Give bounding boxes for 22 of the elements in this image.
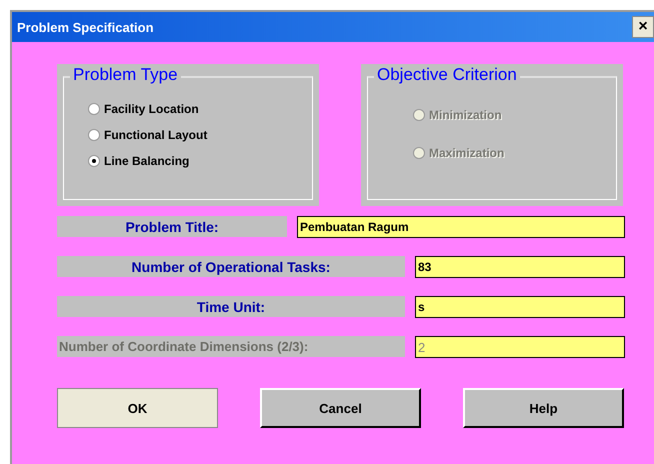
radio-button[interactable]: [88, 129, 100, 141]
window-title: Problem Specification: [17, 20, 154, 34]
close-button[interactable]: ×: [632, 16, 654, 38]
radio-button[interactable]: [88, 103, 100, 115]
group-title: Problem Type: [70, 65, 181, 85]
field-label: Number of Coordinate Dimensions (2/3):: [57, 336, 405, 357]
dialog-button[interactable]: Cancel: [260, 388, 421, 428]
input-field[interactable]: Pembuatan Ragum: [297, 216, 625, 238]
dialog-button[interactable]: Help: [463, 388, 624, 428]
group-title: Objective Criterion: [374, 65, 520, 85]
radio-button[interactable]: [88, 155, 100, 167]
dialog-button[interactable]: OK: [57, 388, 218, 428]
field-label: Time Unit:: [57, 296, 405, 317]
radio-option[interactable]: Functional Layout: [88, 128, 312, 142]
input-field[interactable]: 83: [415, 256, 625, 278]
input-field[interactable]: s: [415, 296, 625, 318]
field-label: Number of Operational Tasks:: [57, 256, 405, 277]
field-label: Problem Title:: [57, 216, 287, 237]
radio-option[interactable]: Line Balancing: [88, 154, 312, 168]
radio-option: Minimization: [413, 108, 616, 122]
radio-option[interactable]: Facility Location: [88, 102, 312, 116]
radio-option: Maximization: [413, 146, 616, 160]
